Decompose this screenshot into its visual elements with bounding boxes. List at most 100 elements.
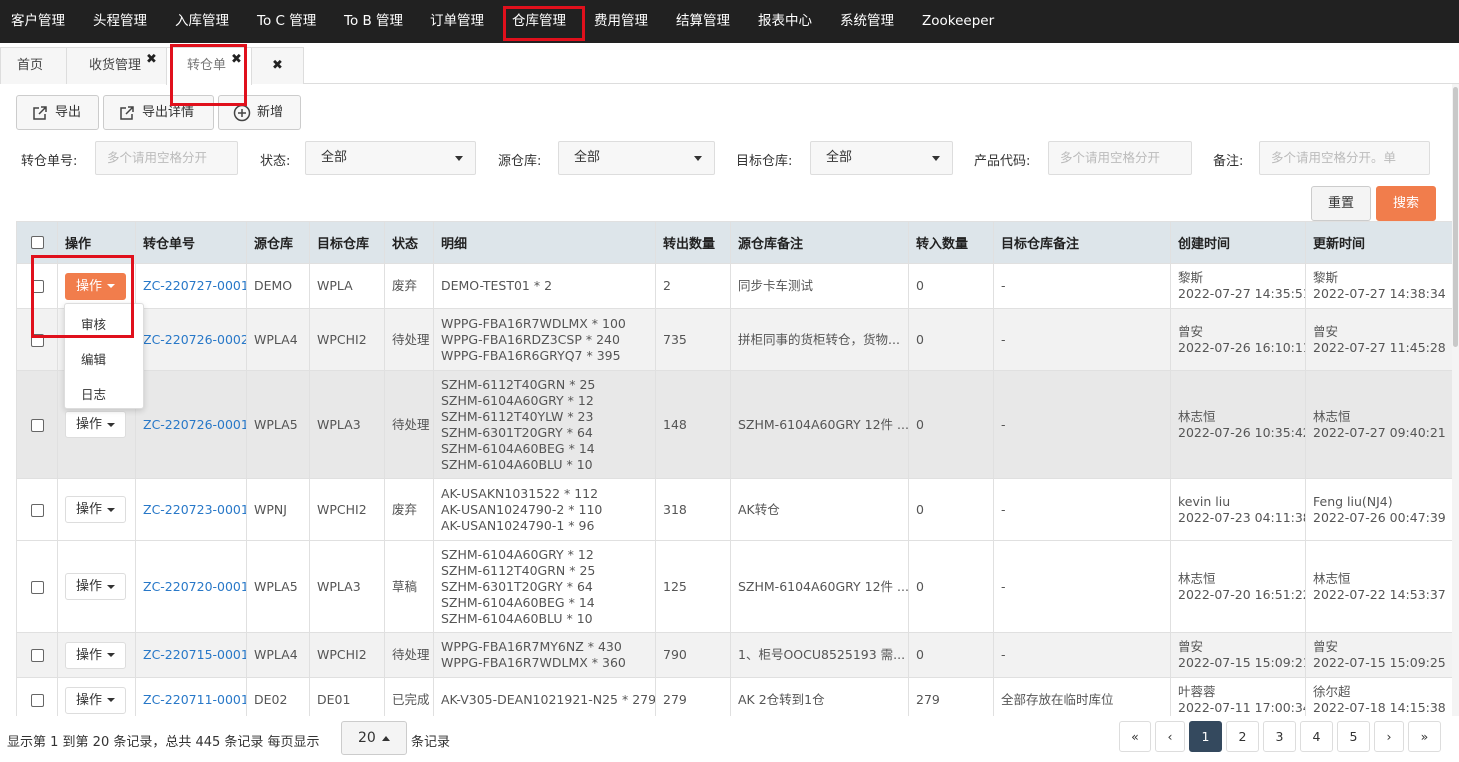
export-icon <box>120 106 134 120</box>
table-row[interactable]: 操作 ZC-220726-0001 WPLA5 WPLA3 待处理 SZHM-6112T4… <box>16 370 1457 479</box>
created-time: 2022-07-26 16:10:11 <box>1178 339 1306 355</box>
updater-name: 林志恒 <box>1313 570 1351 586</box>
source-warehouse-select[interactable]: 全部 <box>558 141 715 175</box>
table-row[interactable]: 操作 ZC-220727-0001 DEMO WPLA 废弃 DEMO-TEST01 * … <box>16 263 1457 309</box>
row-checkbox[interactable] <box>30 503 44 517</box>
table-row[interactable]: 操作ZC-220726-0002WPLA4WPCHI2待处理WPPG-FBA16… <box>16 308 1457 371</box>
operation-dropdown: 审核 编辑 日志 <box>64 303 144 409</box>
caret-up-icon <box>382 736 390 741</box>
row-op-cell: 操作 <box>57 263 136 309</box>
nav-zookeeper[interactable]: Zookeeper <box>922 0 994 43</box>
remark-input[interactable]: 多个请用空格分开。单 <box>1259 141 1430 175</box>
in-qty-cell: 0 <box>908 540 994 633</box>
out-qty-cell: 125 <box>655 540 731 633</box>
source-warehouse-value: 全部 <box>574 150 601 165</box>
select-all-checkbox[interactable] <box>30 236 44 249</box>
order-no-link[interactable]: ZC-220720-0001 <box>143 579 246 594</box>
operation-button[interactable]: 操作 <box>65 272 127 300</box>
tab-receiving[interactable]: 收货管理 ✖ <box>66 47 167 84</box>
target-remark-cell: - <box>993 478 1171 541</box>
row-checkbox[interactable] <box>30 694 44 707</box>
nav-to-b[interactable]: To B 管理 <box>344 0 403 43</box>
menu-item-review[interactable]: 审核 <box>81 314 106 333</box>
nav-first-leg[interactable]: 头程管理 <box>93 0 147 43</box>
table-row[interactable]: 操作 ZC-220715-0001 WPLA4 WPCHI2 待处理 WPPG-FBA16… <box>16 632 1457 678</box>
creator-name: 曾安 <box>1178 639 1204 654</box>
page-size-select[interactable]: 20 <box>341 721 407 755</box>
updater-name: 林志恒 <box>1313 408 1351 424</box>
out-qty-cell: 735 <box>655 308 731 371</box>
reset-button[interactable]: 重置 <box>1311 186 1371 221</box>
target-warehouse-select[interactable]: 全部 <box>810 141 953 175</box>
order-no-link[interactable]: ZC-220727-0001 <box>143 278 246 293</box>
row-checkbox[interactable] <box>30 333 44 347</box>
order-no-link[interactable]: ZC-220711-0001 <box>143 692 246 707</box>
export-button[interactable]: 导出 <box>16 95 99 130</box>
created-cell: 曾安 2022-07-15 15:09:21 <box>1170 632 1306 678</box>
page-2[interactable]: 2 <box>1226 721 1259 752</box>
out-qty-cell: 2 <box>655 263 731 309</box>
target-warehouse-cell: WPCHI2 <box>309 632 385 678</box>
tab-close-all[interactable]: ✖ <box>251 47 304 84</box>
status-cell: 草稿 <box>384 540 434 633</box>
page-4[interactable]: 4 <box>1300 721 1333 752</box>
status-select[interactable]: 全部 <box>305 141 476 175</box>
nav-customer[interactable]: 客户管理 <box>11 0 65 43</box>
target-remark-cell: - <box>993 632 1171 678</box>
close-icon[interactable]: ✖ <box>146 42 157 78</box>
scrollbar-thumb[interactable] <box>1453 87 1458 347</box>
page-prev[interactable]: ‹ <box>1155 721 1185 752</box>
close-icon[interactable]: ✖ <box>272 48 283 84</box>
nav-to-c[interactable]: To C 管理 <box>257 0 316 43</box>
top-nav: 客户管理 头程管理 入库管理 To C 管理 To B 管理 订单管理 仓库管理… <box>0 0 1459 43</box>
target-remark-cell: - <box>993 263 1171 309</box>
nav-fees[interactable]: 费用管理 <box>594 0 648 43</box>
vertical-scrollbar[interactable] <box>1452 84 1459 716</box>
nav-inbound[interactable]: 入库管理 <box>175 0 229 43</box>
page-1[interactable]: 1 <box>1189 721 1222 752</box>
operation-button[interactable]: 操作 <box>65 496 127 523</box>
menu-item-edit[interactable]: 编辑 <box>81 349 106 368</box>
in-qty-cell: 0 <box>908 478 994 541</box>
table-row[interactable]: 操作 ZC-220723-0001 WPNJ WPCHI2 废弃 AK-USAKN1031… <box>16 478 1457 541</box>
page-3[interactable]: 3 <box>1263 721 1296 752</box>
product-code-input[interactable]: 多个请用空格分开 <box>1048 141 1192 175</box>
operation-button[interactable]: 操作 <box>65 686 127 714</box>
page-next[interactable]: › <box>1374 721 1404 752</box>
table-row[interactable]: 操作 ZC-220720-0001 WPLA5 WPLA3 草稿 SZHM-6104A60… <box>16 540 1457 633</box>
nav-system[interactable]: 系统管理 <box>840 0 894 43</box>
close-icon[interactable]: ✖ <box>231 42 242 78</box>
order-no-input[interactable]: 多个请用空格分开 <box>95 141 238 175</box>
operation-button[interactable]: 操作 <box>65 411 127 438</box>
nav-warehouse[interactable]: 仓库管理 <box>512 0 566 43</box>
col-target: 目标仓库 <box>309 221 385 264</box>
order-no-link[interactable]: ZC-220726-0001 <box>143 417 246 432</box>
row-checkbox[interactable] <box>30 580 44 594</box>
tab-home[interactable]: 首页 <box>0 47 67 84</box>
nav-orders[interactable]: 订单管理 <box>430 0 484 43</box>
operation-button[interactable]: 操作 <box>65 641 127 669</box>
order-no-link[interactable]: ZC-220723-0001 <box>143 502 246 517</box>
order-no-link[interactable]: ZC-220726-0002 <box>143 332 246 347</box>
export-icon <box>33 106 47 120</box>
creator-name: 林志恒 <box>1178 408 1216 424</box>
export-detail-button[interactable]: 导出详情 <box>103 95 214 130</box>
tab-transfer[interactable]: 转仓单 ✖ <box>166 47 252 85</box>
row-select-cell <box>16 478 58 541</box>
add-button[interactable]: 新增 <box>218 95 301 130</box>
page-5[interactable]: 5 <box>1337 721 1370 752</box>
target-warehouse-value: 全部 <box>826 150 853 165</box>
search-button[interactable]: 搜索 <box>1376 186 1436 221</box>
menu-item-log[interactable]: 日志 <box>81 384 106 403</box>
nav-settlement[interactable]: 结算管理 <box>676 0 730 43</box>
operation-button[interactable]: 操作 <box>65 573 127 600</box>
nav-reports[interactable]: 报表中心 <box>758 0 812 43</box>
page-last[interactable]: » <box>1408 721 1441 752</box>
page-first[interactable]: « <box>1119 721 1151 752</box>
row-checkbox[interactable] <box>30 418 44 432</box>
row-checkbox[interactable] <box>30 280 44 293</box>
row-checkbox[interactable] <box>30 649 44 662</box>
order-no-link[interactable]: ZC-220715-0001 <box>143 647 246 662</box>
order-no-cell: ZC-220723-0001 <box>135 478 247 541</box>
target-remark-cell: - <box>993 308 1171 371</box>
